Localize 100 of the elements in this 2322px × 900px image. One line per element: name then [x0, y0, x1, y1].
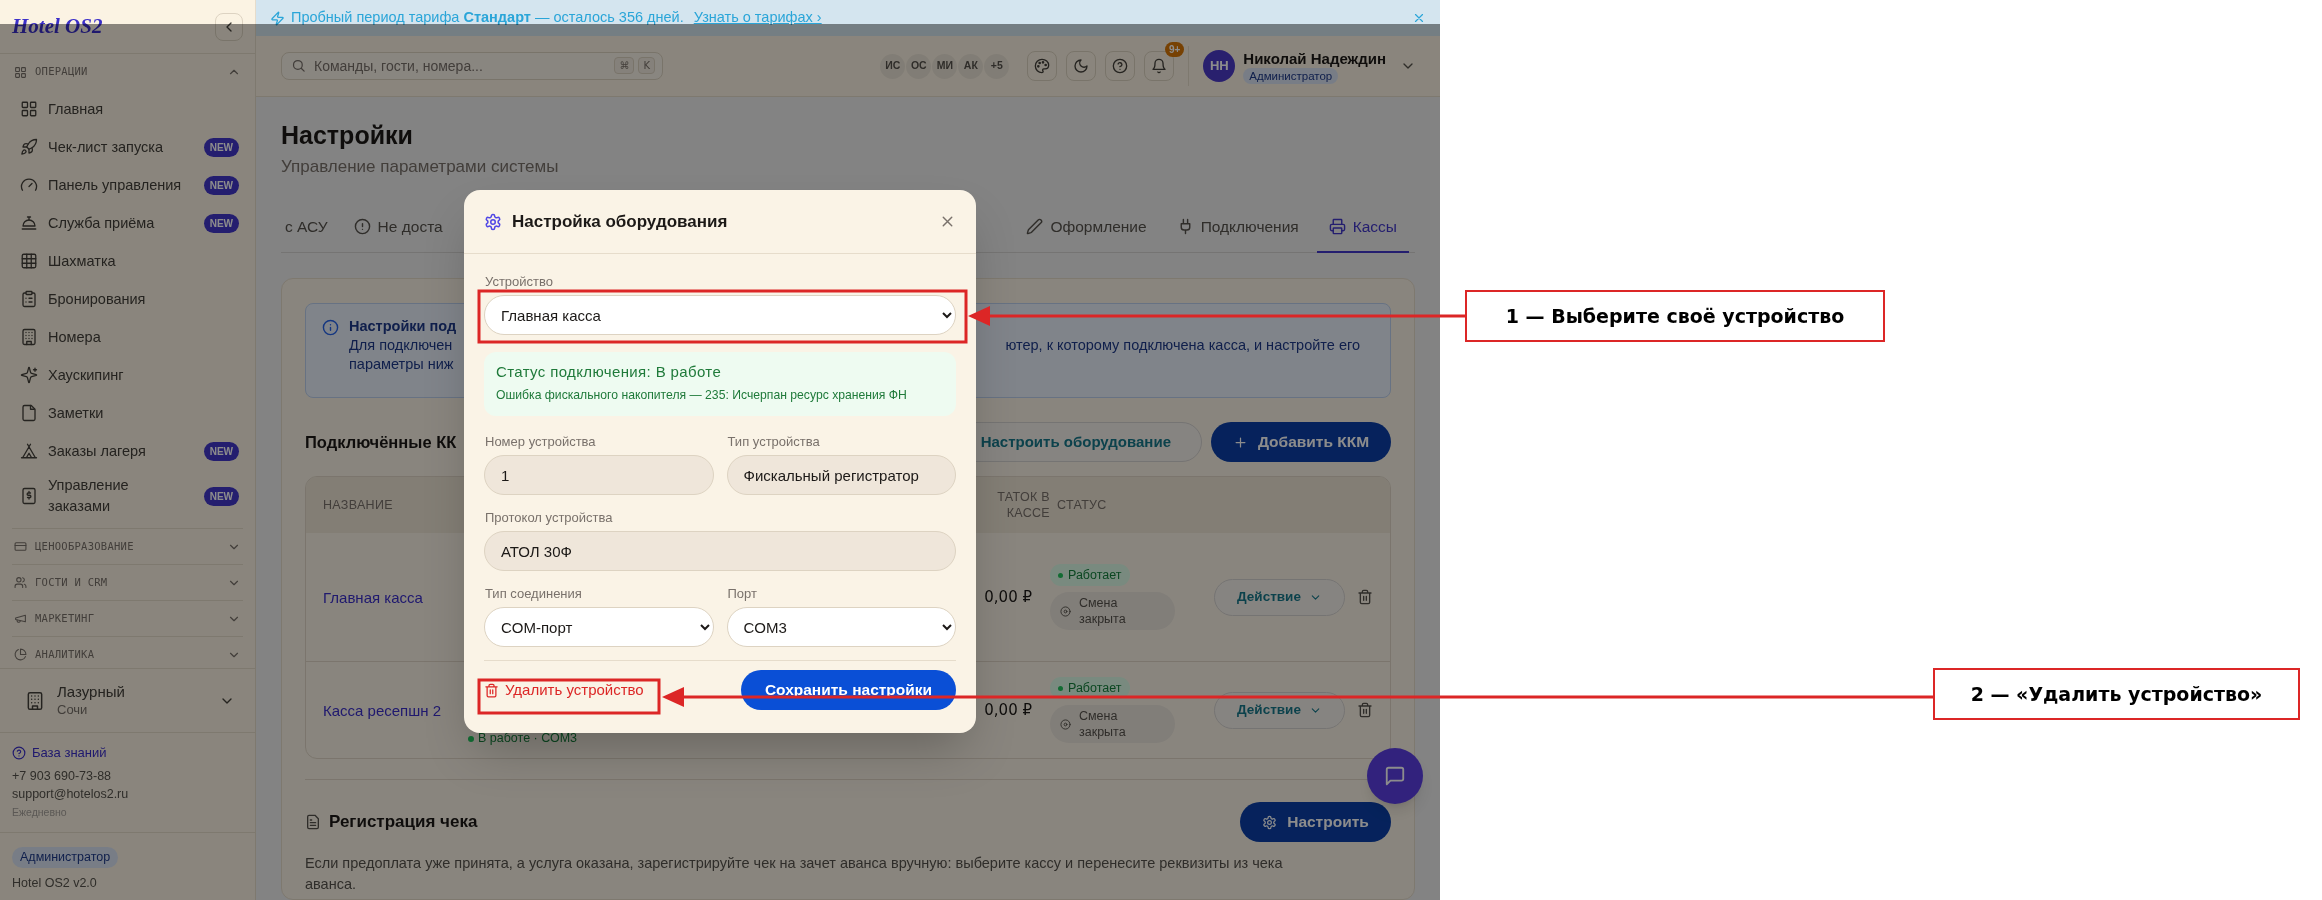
nav-item[interactable]: Управление заказами NEW: [12, 470, 243, 522]
support-email: support@hotelos2.ru: [12, 786, 130, 803]
user-avatar[interactable]: ИС: [880, 53, 906, 79]
nav-item[interactable]: Чек-лист запуска NEW: [12, 128, 243, 166]
more-users-badge[interactable]: +5: [984, 53, 1010, 79]
receipt-icon: [20, 487, 38, 505]
grid-icon: [14, 65, 27, 79]
settings-tab[interactable]: Не доста: [341, 202, 455, 253]
column-header: НАЗВАНИЕ: [322, 496, 394, 514]
key-cap: ⌘: [614, 57, 635, 74]
nav-item[interactable]: Номера: [12, 318, 243, 356]
status-badge: Работает: [1050, 564, 1130, 586]
settings-tab[interactable]: Подключения: [1164, 202, 1311, 253]
printer-icon: [1328, 218, 1346, 235]
alert-title: Настройки под: [349, 317, 457, 336]
configure-button[interactable]: Настроить: [1240, 802, 1391, 842]
new-badge: NEW: [203, 175, 239, 195]
help-icon: [1112, 58, 1129, 74]
protocol-field[interactable]: АТОЛ 30Ф: [484, 531, 956, 571]
nav-item[interactable]: Служба приёма NEW: [12, 204, 243, 242]
role-badge: Администратор: [1243, 67, 1339, 84]
knowledge-base-link[interactable]: База знаний: [12, 743, 243, 763]
amount-text: 0,00 ₽: [984, 699, 1033, 721]
save-button[interactable]: Сохранить настройки: [741, 670, 956, 710]
nav-item[interactable]: Главная: [12, 90, 243, 128]
collapse-button[interactable]: [215, 12, 243, 41]
user-avatar[interactable]: ОС: [906, 53, 932, 79]
nav-item[interactable]: Заказы лагеря NEW: [12, 432, 243, 470]
nav-item[interactable]: Панель управления NEW: [12, 166, 243, 204]
close-button[interactable]: [1412, 11, 1426, 25]
palette-icon: [1034, 58, 1051, 74]
phone-number: +7 903 690-73-88: [12, 768, 113, 785]
kkm-name-link[interactable]: Главная касса: [306, 587, 468, 607]
property-name: Лазурный: [57, 682, 126, 701]
connection-type-select[interactable]: COM-порт: [484, 607, 714, 647]
key-cap: K: [638, 57, 655, 74]
field-label: Номер устройства: [485, 434, 597, 450]
info-icon: [322, 319, 339, 336]
port-select[interactable]: COM3: [726, 607, 956, 647]
device-type-field[interactable]: Фискальный регистратор: [726, 455, 956, 495]
megaphone-icon: [14, 612, 27, 625]
bell-icon: [1151, 58, 1168, 74]
grid-icon: [20, 100, 38, 118]
column-header: ТАТОК В КАССЕ: [996, 489, 1050, 521]
new-badge: NEW: [203, 137, 239, 157]
field-label: Тип соединения: [485, 586, 583, 602]
shift-badge: Смена закрыта: [1050, 592, 1175, 630]
user-avatar[interactable]: НН: [1203, 50, 1236, 82]
plus-icon: [1232, 434, 1248, 450]
dark-mode-button[interactable]: [1066, 51, 1097, 81]
role-badge: Администратор: [12, 847, 119, 868]
grid-icon: [20, 252, 38, 270]
nav-item[interactable]: Шахматка: [12, 242, 243, 280]
user-avatar[interactable]: МИ: [932, 53, 958, 79]
add-kkm-button[interactable]: Добавить ККМ: [1211, 422, 1391, 462]
trash-icon: [1357, 702, 1373, 718]
action-dropdown[interactable]: Действие: [1214, 578, 1345, 616]
delete-button[interactable]: [1357, 589, 1373, 605]
building-icon: [25, 690, 45, 711]
pencil-icon: [1026, 218, 1044, 235]
shift-badge: Смена закрыта: [1050, 705, 1175, 743]
settings-tab[interactable]: с АСУ: [281, 202, 340, 253]
delete-device-link[interactable]: Удалить устройство: [484, 678, 644, 702]
close-icon: [1412, 11, 1426, 25]
help-button[interactable]: [1105, 51, 1136, 81]
callout-label: 2 — «Удалить устройство»: [1933, 668, 2300, 720]
delete-button[interactable]: [1357, 702, 1373, 718]
nav-item[interactable]: Хаускипинг: [12, 356, 243, 394]
user-avatar[interactable]: АК: [958, 53, 984, 79]
building-icon: [20, 328, 38, 346]
receipt-description: Если предоплата уже принята, а услуга оказана, зарегистрируйте чек на зачет аванса вручную: выберите кассу и перенесите реквизиты из чека аванса.: [305, 854, 1284, 894]
device-number-field[interactable]: 1: [484, 455, 714, 495]
settings-tab[interactable]: Кассы: [1316, 202, 1409, 253]
field-label: Устройство: [485, 274, 554, 290]
connection-status: В работе · СОМ3: [468, 729, 910, 748]
action-dropdown[interactable]: Действие: [1214, 691, 1345, 729]
dialog-title: Настройка оборудования: [512, 210, 728, 233]
new-badge: NEW: [203, 213, 239, 233]
alert-text: Для подключен: [349, 336, 453, 355]
status-badge: Работает: [1050, 677, 1130, 699]
field-label: Тип устройства: [727, 434, 821, 450]
tariffs-link[interactable]: Узнать о тарифах ›: [693, 7, 822, 29]
theme-button[interactable]: [1027, 51, 1058, 81]
service-bell-icon: [20, 214, 38, 232]
property-switcher[interactable]: Лазурный Сочи: [0, 668, 255, 733]
user-name: Николай Надеждин: [1243, 48, 1386, 68]
status-detail: Ошибка фискального накопителя — 235: Исчерпан ресурс хранения ФН: [496, 387, 908, 404]
rocket-icon: [20, 138, 38, 156]
disc-icon: [1060, 605, 1071, 617]
page-subtitle: Управление параметрами системы: [281, 156, 560, 178]
gear-icon: [1262, 814, 1278, 830]
gauge-icon: [20, 176, 38, 194]
device-select[interactable]: Главная касса: [484, 295, 956, 335]
nav-item[interactable]: Заметки: [12, 394, 243, 432]
kkm-name-link[interactable]: Касса ресепшн 2: [306, 700, 468, 720]
settings-tab[interactable]: Оформление: [1014, 202, 1159, 253]
status-title: Статус подключения: В работе: [496, 362, 723, 382]
alert-text: ютер, к которому подключена касса, и настройте его: [1005, 336, 1360, 355]
moon-icon: [1073, 58, 1090, 74]
nav-item[interactable]: Бронирования: [12, 280, 243, 318]
